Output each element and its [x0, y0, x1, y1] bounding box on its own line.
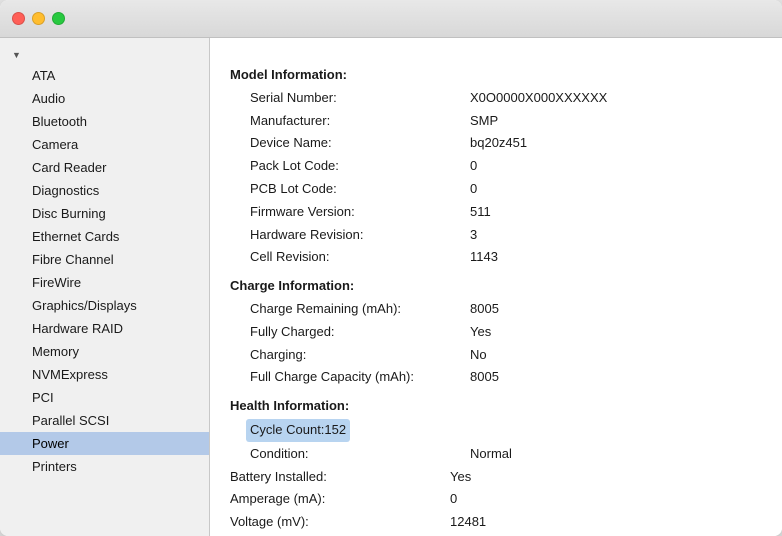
sidebar-item-fibre-channel[interactable]: Fibre Channel: [0, 248, 209, 271]
info-row: Hardware Revision:3: [230, 224, 762, 247]
info-row: PCB Lot Code:0: [230, 178, 762, 201]
info-value: SMP: [470, 111, 498, 132]
footer-info-row: Voltage (mV):12481: [230, 511, 762, 534]
info-label: Manufacturer:: [250, 111, 470, 132]
info-value: 0: [470, 179, 477, 200]
footer-info-value: Yes: [450, 467, 471, 488]
info-label: Firmware Version:: [250, 202, 470, 223]
sidebar-item-ethernet-cards[interactable]: Ethernet Cards: [0, 225, 209, 248]
sidebar-item-pci[interactable]: PCI: [0, 386, 209, 409]
sidebar-item-memory[interactable]: Memory: [0, 340, 209, 363]
footer-info-value: 12481: [450, 512, 486, 533]
info-row: Pack Lot Code:0: [230, 155, 762, 178]
footer-info-label: Amperage (mA):: [230, 489, 450, 510]
info-row: Full Charge Capacity (mAh):8005: [230, 366, 762, 389]
info-row: Fully Charged:Yes: [230, 321, 762, 344]
info-row: Device Name:bq20z451: [230, 132, 762, 155]
info-label: Condition:: [250, 444, 470, 465]
group-header-label: Charge Information:: [230, 276, 450, 297]
close-button[interactable]: [12, 12, 25, 25]
info-label: Fully Charged:: [250, 322, 470, 343]
info-row: Manufacturer:SMP: [230, 110, 762, 133]
info-row: Charging:No: [230, 344, 762, 367]
maximize-button[interactable]: [52, 12, 65, 25]
traffic-lights: [12, 12, 65, 25]
info-value: Yes: [470, 322, 491, 343]
group-header: Charge Information:: [230, 275, 762, 298]
highlight-wrapper: Cycle Count:152: [246, 419, 350, 442]
sidebar-item-printers[interactable]: Printers: [0, 455, 209, 478]
info-row: Condition:Normal: [230, 443, 762, 466]
info-label: Full Charge Capacity (mAh):: [250, 367, 470, 388]
sidebar-items-list: ATAAudioBluetoothCameraCard ReaderDiagno…: [0, 64, 209, 478]
group-header-label: Model Information:: [230, 65, 450, 86]
info-row: Cell Revision:1143: [230, 246, 762, 269]
sidebar-item-disc-burning[interactable]: Disc Burning: [0, 202, 209, 225]
footer-info-value: 0: [450, 489, 457, 510]
info-value: 1143: [470, 247, 498, 268]
sidebar-item-hardware-raid[interactable]: Hardware RAID: [0, 317, 209, 340]
info-label: Charging:: [250, 345, 470, 366]
sidebar-item-nvmexpress[interactable]: NVMExpress: [0, 363, 209, 386]
main-panel: Model Information:Serial Number:X0O0000X…: [210, 38, 782, 536]
info-container: Model Information:Serial Number:X0O0000X…: [230, 64, 762, 534]
info-label: Hardware Revision:: [250, 225, 470, 246]
footer-info-row: Battery Installed:Yes: [230, 466, 762, 489]
main-window: ▼ ATAAudioBluetoothCameraCard ReaderDiag…: [0, 0, 782, 536]
info-label: PCB Lot Code:: [250, 179, 470, 200]
info-value: Normal: [470, 444, 512, 465]
sidebar-item-ata[interactable]: ATA: [0, 64, 209, 87]
sidebar-section-header: ▼: [0, 46, 209, 64]
info-label: Device Name:: [250, 133, 470, 154]
info-label: Serial Number:: [250, 88, 470, 109]
content-area: ▼ ATAAudioBluetoothCameraCard ReaderDiag…: [0, 38, 782, 536]
info-value: 8005: [470, 367, 499, 388]
info-value: 0: [470, 156, 477, 177]
footer-info-label: Battery Installed:: [230, 467, 450, 488]
sidebar-item-audio[interactable]: Audio: [0, 87, 209, 110]
group-header: Health Information:: [230, 395, 762, 418]
footer-info-label: Voltage (mV):: [230, 512, 450, 533]
info-row: Cycle Count:152: [230, 418, 762, 443]
group-header-label: Health Information:: [230, 396, 450, 417]
info-row: Charge Remaining (mAh):8005: [230, 298, 762, 321]
footer-info-row: Amperage (mA):0: [230, 488, 762, 511]
info-row: Firmware Version:511: [230, 201, 762, 224]
group-header: Model Information:: [230, 64, 762, 87]
info-value: 8005: [470, 299, 499, 320]
sidebar-item-graphics-displays[interactable]: Graphics/Displays: [0, 294, 209, 317]
info-label: Cell Revision:: [250, 247, 470, 268]
info-label: Pack Lot Code:: [250, 156, 470, 177]
sidebar-item-card-reader[interactable]: Card Reader: [0, 156, 209, 179]
info-value: bq20z451: [470, 133, 527, 154]
info-value: X0O0000X000XXXXXX: [470, 88, 607, 109]
titlebar: [0, 0, 782, 38]
info-value: No: [470, 345, 487, 366]
info-value: 3: [470, 225, 477, 246]
info-row: Serial Number:X0O0000X000XXXXXX: [230, 87, 762, 110]
sidebar-item-diagnostics[interactable]: Diagnostics: [0, 179, 209, 202]
minimize-button[interactable]: [32, 12, 45, 25]
info-label: Charge Remaining (mAh):: [250, 299, 470, 320]
sidebar-item-power[interactable]: Power: [0, 432, 209, 455]
sidebar-item-parallel-scsi[interactable]: Parallel SCSI: [0, 409, 209, 432]
triangle-icon: ▼: [12, 50, 21, 60]
sidebar-item-camera[interactable]: Camera: [0, 133, 209, 156]
sidebar: ▼ ATAAudioBluetoothCameraCard ReaderDiag…: [0, 38, 210, 536]
sidebar-item-firewire[interactable]: FireWire: [0, 271, 209, 294]
info-value: 511: [470, 202, 491, 223]
info-value: 152: [324, 422, 346, 437]
sidebar-item-bluetooth[interactable]: Bluetooth: [0, 110, 209, 133]
info-label: Cycle Count:: [250, 422, 324, 437]
